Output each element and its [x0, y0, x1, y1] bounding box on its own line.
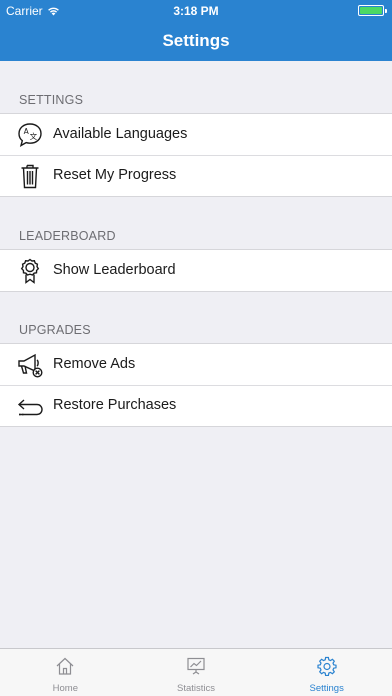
gear-icon — [317, 656, 337, 676]
statistics-icon — [187, 657, 205, 675]
tab-bar: Home Statistics Settings — [0, 648, 392, 696]
settings-group: A 文 Available Languages Reset My Progres… — [0, 113, 392, 197]
tab-home[interactable]: Home — [0, 649, 131, 696]
megaphone-off-icon — [16, 351, 44, 379]
restore-arrow-icon — [16, 392, 44, 420]
svg-text:文: 文 — [30, 131, 38, 141]
row-restore-purchases[interactable]: Restore Purchases — [0, 385, 392, 426]
trash-icon — [16, 162, 44, 190]
row-reset-progress[interactable]: Reset My Progress — [0, 155, 392, 196]
translate-icon: A 文 — [16, 121, 44, 149]
row-show-leaderboard[interactable]: Show Leaderboard — [0, 250, 392, 291]
tab-statistics[interactable]: Statistics — [131, 649, 262, 696]
award-ribbon-icon — [16, 257, 44, 285]
battery-icon — [358, 5, 387, 16]
section-header-settings: SETTINGS — [19, 93, 84, 107]
row-label: Show Leaderboard — [53, 262, 176, 278]
tab-label: Settings — [309, 683, 344, 694]
section-header-upgrades: UPGRADES — [19, 323, 91, 337]
home-icon — [56, 657, 74, 675]
page-title: Settings — [162, 31, 230, 50]
status-time: 3:18 PM — [173, 4, 219, 18]
navigation-bar: Carrier 3:18 PM Settings — [0, 0, 392, 61]
battery-level — [360, 7, 382, 14]
settings-screen: Carrier 3:18 PM Settings SETTINGS A 文 Av… — [0, 0, 392, 696]
status-bar: Carrier 3:18 PM — [0, 0, 392, 20]
row-label: Available Languages — [53, 126, 188, 142]
row-remove-ads[interactable]: Remove Ads — [0, 344, 392, 385]
section-header-leaderboard: LEADERBOARD — [19, 229, 116, 243]
tab-label: Home — [52, 683, 78, 694]
row-label: Reset My Progress — [53, 167, 177, 183]
upgrades-group: Remove Ads Restore Purchases — [0, 343, 392, 427]
row-label: Restore Purchases — [53, 397, 177, 413]
row-label: Remove Ads — [53, 356, 136, 372]
tab-settings[interactable]: Settings — [261, 649, 392, 696]
leaderboard-group: Show Leaderboard — [0, 249, 392, 292]
row-available-languages[interactable]: A 文 Available Languages — [0, 114, 392, 155]
tab-label: Statistics — [177, 683, 216, 694]
